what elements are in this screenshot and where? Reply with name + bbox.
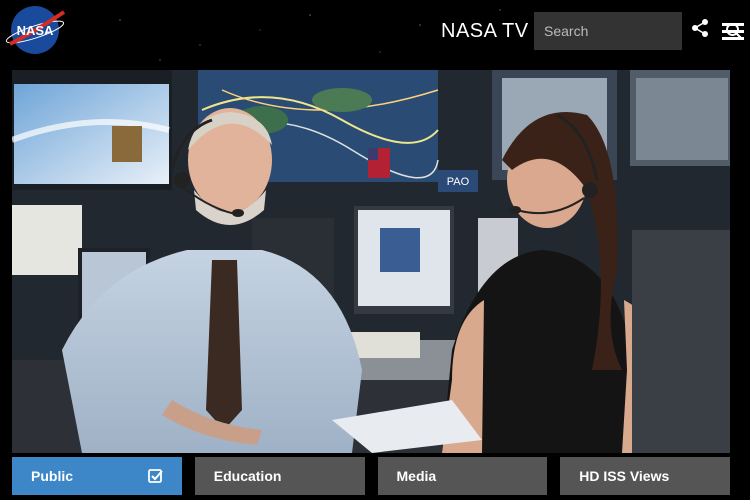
tab-education[interactable]: Education (194, 457, 365, 495)
checkbox-checked-icon (147, 469, 163, 483)
nasa-logo[interactable]: NASA (4, 4, 66, 56)
screen-label: PAO (447, 176, 470, 188)
channel-tabs: Public Education Media HD ISS Views (12, 457, 730, 495)
video-player[interactable]: PAO (12, 70, 730, 453)
tab-label: Media (396, 468, 437, 484)
tab-label: Education (213, 468, 282, 484)
tab-media[interactable]: Media (377, 457, 548, 495)
share-icon[interactable] (690, 18, 710, 38)
tab-public[interactable]: Public (12, 457, 182, 495)
menu-icon[interactable] (721, 20, 745, 42)
tab-label: HD ISS Views (579, 468, 670, 484)
tab-hd-iss-views[interactable]: HD ISS Views (560, 457, 730, 495)
site-title[interactable]: NASA TV (441, 20, 529, 43)
tab-label: Public (31, 468, 74, 484)
broadcast-video-frame: PAO (12, 70, 730, 453)
svg-text:NASA: NASA (17, 23, 54, 38)
search-box[interactable] (534, 12, 743, 50)
